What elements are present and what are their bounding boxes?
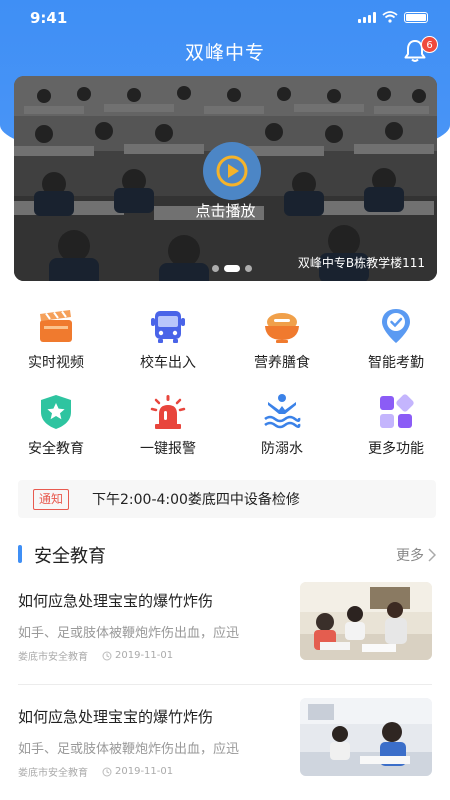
article-date-group: 2019-11-01 bbox=[102, 650, 173, 661]
article-thumbnail bbox=[300, 582, 432, 660]
clock-icon bbox=[102, 651, 112, 660]
more-link[interactable]: 更多 bbox=[396, 545, 436, 565]
feature-more-functions[interactable]: 更多功能 bbox=[340, 392, 450, 458]
notice-bar[interactable]: 通知 下午2:00-4:00娄底四中设备检修 bbox=[18, 480, 436, 518]
play-label: 点击播放 bbox=[195, 202, 256, 220]
carousel-dot-active[interactable] bbox=[224, 265, 240, 272]
feature-label: 安全教育 bbox=[28, 441, 84, 457]
article-summary: 如手、足或肢体被鞭炮炸伤出血，应迅 bbox=[18, 742, 240, 757]
article-title: 如何应急处理宝宝的爆竹炸伤 bbox=[18, 592, 214, 610]
feature-label: 智能考勤 bbox=[368, 355, 424, 371]
article-source: 娄底市安全教育 bbox=[18, 768, 88, 779]
feature-anti-drowning[interactable]: 防溺水 bbox=[226, 392, 338, 458]
video-caption: 双峰中专B栋教学楼111 bbox=[297, 256, 425, 270]
article-thumbnail bbox=[300, 698, 432, 776]
wifi-icon bbox=[382, 11, 398, 23]
article-source: 娄底市安全教育 bbox=[18, 652, 88, 663]
article-date-group: 2019-11-01 bbox=[102, 766, 173, 777]
signal-icon bbox=[358, 11, 376, 23]
article-meta: 娄底市安全教育 2019-11-01 bbox=[18, 648, 173, 663]
feature-realtime-video[interactable]: 实时视频 bbox=[0, 306, 112, 372]
food-bowl-icon bbox=[265, 313, 299, 343]
feature-one-click-alarm[interactable]: 一键报警 bbox=[112, 392, 224, 458]
swimmer-icon bbox=[264, 394, 301, 429]
feature-label: 一键报警 bbox=[140, 441, 196, 457]
feature-label: 更多功能 bbox=[368, 441, 424, 457]
carousel-dots bbox=[212, 265, 252, 272]
article-meta: 娄底市安全教育 2019-11-01 bbox=[18, 764, 173, 779]
play-icon bbox=[216, 155, 248, 187]
feature-safety-education[interactable]: 安全教育 bbox=[0, 392, 112, 458]
section-title: 安全教育 bbox=[34, 546, 106, 567]
feature-label: 营养膳食 bbox=[254, 355, 310, 371]
article-title: 如何应急处理宝宝的爆竹炸伤 bbox=[18, 708, 214, 726]
notification-badge: 6 bbox=[421, 36, 438, 53]
more-label: 更多 bbox=[396, 548, 424, 564]
feature-label: 实时视频 bbox=[28, 355, 84, 371]
alarm-siren-icon bbox=[150, 395, 186, 429]
notice-tag: 通知 bbox=[33, 489, 70, 510]
page-title: 双峰中专 bbox=[184, 42, 265, 64]
carousel-dot[interactable] bbox=[245, 265, 252, 272]
notice-text: 下午2:00-4:00娄底四中设备检修 bbox=[92, 492, 300, 508]
section-accent-bar bbox=[18, 545, 22, 563]
location-check-icon bbox=[382, 309, 410, 343]
feature-school-bus[interactable]: 校车出入 bbox=[112, 306, 224, 372]
shield-star-icon bbox=[41, 395, 71, 429]
chevron-right-icon bbox=[428, 548, 436, 562]
video-clapper-icon bbox=[40, 310, 72, 342]
status-time: 9:41 bbox=[30, 9, 68, 27]
video-player[interactable]: 点击播放 双峰中专B栋教学楼111 bbox=[14, 76, 437, 281]
play-button[interactable] bbox=[203, 142, 261, 200]
article-date: 2019-11-01 bbox=[115, 766, 174, 777]
article-item[interactable]: 如何应急处理宝宝的爆竹炸伤 如手、足或肢体被鞭炮炸伤出血，应迅 娄底市安全教育 … bbox=[0, 698, 450, 800]
status-icons bbox=[358, 11, 428, 23]
battery-icon bbox=[404, 11, 428, 23]
article-date: 2019-11-01 bbox=[115, 650, 174, 661]
feature-nutrition-meal[interactable]: 营养膳食 bbox=[226, 306, 338, 372]
feature-label: 校车出入 bbox=[140, 355, 196, 371]
more-grid-icon bbox=[380, 394, 414, 428]
divider bbox=[18, 684, 432, 685]
status-bar: 9:41 bbox=[0, 0, 450, 36]
feature-label: 防溺水 bbox=[261, 441, 303, 457]
feature-smart-attendance[interactable]: 智能考勤 bbox=[340, 306, 450, 372]
bus-icon bbox=[151, 311, 185, 343]
clock-icon bbox=[102, 767, 112, 776]
article-summary: 如手、足或肢体被鞭炮炸伤出血，应迅 bbox=[18, 626, 240, 641]
carousel-dot[interactable] bbox=[212, 265, 219, 272]
